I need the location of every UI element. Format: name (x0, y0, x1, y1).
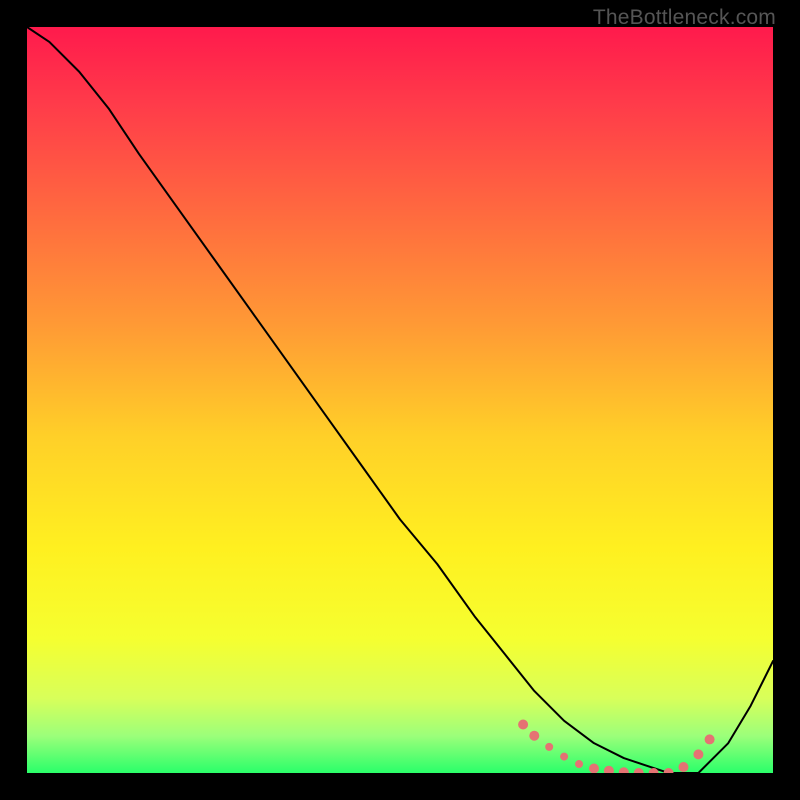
chart-frame: TheBottleneck.com (0, 0, 800, 800)
curve-marker (529, 731, 539, 741)
gradient-background (27, 27, 773, 773)
curve-marker (705, 734, 715, 744)
plot-area (27, 27, 773, 773)
curve-marker (693, 749, 703, 759)
curve-marker (560, 753, 568, 761)
curve-marker (678, 762, 688, 772)
watermark-text: TheBottleneck.com (593, 6, 776, 30)
curve-marker (545, 743, 553, 751)
curve-marker (518, 720, 528, 730)
chart-svg (27, 27, 773, 773)
curve-marker (575, 760, 583, 768)
